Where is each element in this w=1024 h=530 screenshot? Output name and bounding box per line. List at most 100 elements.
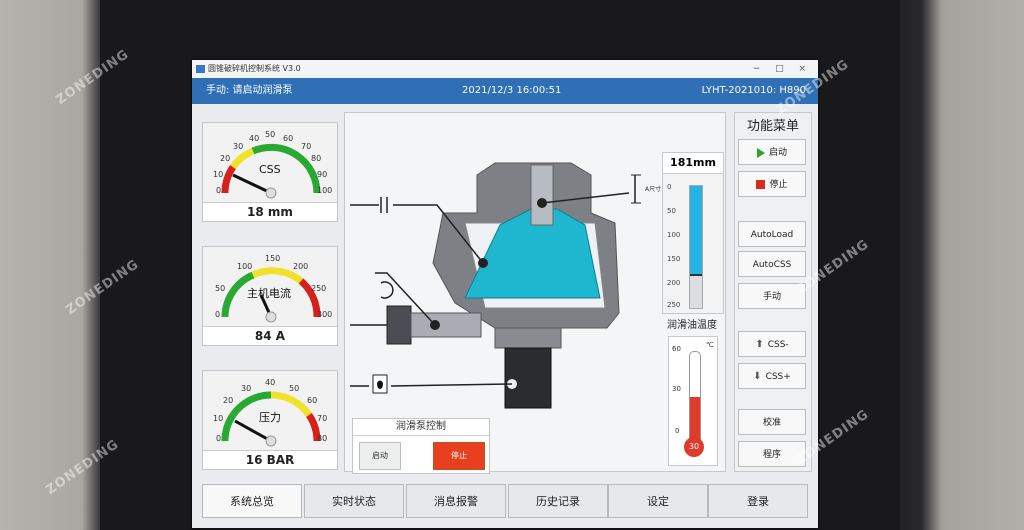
stop-icon (756, 180, 766, 189)
tick-label: 40 (249, 134, 259, 143)
tab-settings[interactable]: 设定 (608, 484, 708, 518)
tick-label: 80 (317, 434, 327, 443)
temp-unit: ℃ (706, 341, 714, 349)
tick-label: 80 (311, 154, 321, 163)
tab-alarms[interactable]: 消息报警 (406, 484, 506, 518)
tick-label: 150 (265, 254, 280, 263)
tick-label: 0 (216, 186, 221, 195)
ar-label: A尺寸 (645, 185, 661, 193)
autocss-button[interactable]: AutoCSS (738, 251, 806, 277)
tick-label: 200 (293, 262, 308, 271)
lube-pump-title: 润滑泵控制 (353, 419, 489, 436)
pump-stop-button[interactable]: 停止 (433, 442, 485, 470)
oil-temp-title: 润滑油温度 (667, 320, 717, 331)
tab-history[interactable]: 历史记录 (508, 484, 608, 518)
start-button[interactable]: 启动 (738, 139, 806, 165)
start-label: 启动 (768, 148, 787, 158)
tick-label: 200 (667, 279, 681, 287)
tick-label: 250 (311, 284, 326, 293)
tick-label: 30 (233, 142, 243, 151)
tick-label: 300 (317, 310, 332, 319)
menu-title: 功能菜单 (746, 119, 799, 134)
oil-temp-panel: 润滑油温度 60 ℃ 30 0 30 (662, 318, 722, 466)
pressure-gauge-dial: 0 10 20 30 40 50 60 70 80 压力 (213, 378, 327, 447)
calibrate-button[interactable]: 校准 (738, 409, 806, 435)
tick-label: 60 (283, 134, 293, 143)
tick-label: 50 (289, 384, 299, 393)
thermometer-bulb: 30 (684, 437, 704, 457)
tab-login[interactable]: 登录 (708, 484, 808, 518)
gauge-name: CSS (259, 163, 281, 176)
stop-label: 停止 (769, 180, 788, 190)
pump-start-button[interactable]: 启动 (359, 442, 401, 470)
css-minus-label: CSS- (767, 340, 789, 350)
tick-label: 90 (317, 170, 327, 179)
gauge-value: 84 A (203, 326, 337, 345)
tick-label: 20 (223, 396, 233, 405)
tick-label: 0 (667, 183, 672, 191)
tick-label: 70 (301, 142, 311, 151)
datetime-text: 2021/12/3 16:00:51 (462, 85, 562, 96)
tick-label: 10 (213, 414, 223, 423)
tick-label: 60 (672, 345, 681, 353)
tick-label: 100 (667, 231, 681, 239)
pressure-gauge: 0 10 20 30 40 50 60 70 80 压力 16 BAR (202, 370, 338, 470)
tick-label: 20 (220, 154, 230, 163)
css-minus-button[interactable]: ⬆ CSS- (738, 331, 806, 357)
lube-pump-panel: 润滑泵控制 启动 停止 (352, 418, 490, 474)
gauge-needle (232, 173, 272, 195)
status-header: 手动: 请启动润滑泵 2021/12/3 16:00:51 LYHT-20210… (192, 78, 818, 104)
level-tube (689, 185, 703, 309)
autoload-button[interactable]: AutoLoad (738, 221, 806, 247)
current-gauge-dial: 0 50 100 150 200 250 300 主机电流 (215, 254, 332, 323)
arrow-up-icon: ⬆ (755, 339, 764, 350)
tick-label: 30 (241, 384, 251, 393)
tick-label: 50 (265, 130, 275, 139)
tick-label: 0 (216, 434, 221, 443)
css-gauge: 0 10 20 30 40 50 60 70 80 90 100 CSS 18 … (202, 122, 338, 222)
tick-label: 50 (667, 207, 676, 215)
current-gauge: 0 50 100 150 200 250 300 主机电流 84 A (202, 246, 338, 346)
play-icon (756, 147, 765, 158)
arrow-down-icon: ⬇ (753, 371, 762, 382)
tick-label: 50 (215, 284, 225, 293)
drive-pulley (386, 305, 412, 345)
tab-realtime[interactable]: 实时状态 (304, 484, 404, 518)
app-icon (196, 65, 205, 73)
tab-overview[interactable]: 系统总览 (202, 484, 302, 518)
stop-button[interactable]: 停止 (738, 171, 806, 197)
window-title: 圆锥破碎机控制系统 V3.0 (208, 64, 301, 73)
tick-label: 250 (667, 301, 681, 309)
tick-label: 0 (215, 310, 220, 319)
thermometer-tube (689, 351, 701, 443)
hmi-screen: 圆锥破碎机控制系统 V3.0 − □ × 手动: 请启动润滑泵 2021/12/… (192, 60, 818, 528)
gauge-value: 16 BAR (203, 450, 337, 469)
mode-text: 手动: 请启动润滑泵 (206, 85, 293, 96)
rotation-icon (380, 281, 394, 299)
window-controls[interactable]: − □ × (753, 60, 812, 78)
gauge-value: 18 mm (203, 202, 337, 221)
tick-label: 70 (317, 414, 327, 423)
tick-label: 0 (675, 427, 680, 435)
tick-label: 30 (672, 385, 681, 393)
tick-label: 40 (265, 378, 275, 387)
gauge-name: 主机电流 (247, 286, 291, 300)
tick-label: 10 (213, 170, 223, 179)
tick-label: 60 (307, 396, 317, 405)
css-gauge-dial: 0 10 20 30 40 50 60 70 80 90 100 CSS (213, 130, 332, 199)
window-titlebar: 圆锥破碎机控制系统 V3.0 − □ × (192, 60, 818, 78)
css-plus-label: CSS+ (765, 372, 791, 382)
gauge-needle (234, 419, 272, 443)
level-marker (690, 274, 702, 276)
thermometer-fill (690, 397, 700, 442)
css-plus-button[interactable]: ⬇ CSS+ (738, 363, 806, 389)
bottom-tabs: 系统总览 实时状态 消息报警 历史记录 设定 登录 (202, 484, 810, 518)
level-fill (690, 186, 702, 274)
tick-label: 100 (237, 262, 252, 271)
tick-label: 100 (317, 186, 332, 195)
level-value: 181mm (663, 153, 723, 174)
level-meter: 181mm 0 50 100 150 200 250 (662, 152, 724, 314)
thermometer-box: 60 ℃ 30 0 30 (668, 336, 718, 466)
tick-label: 150 (667, 255, 681, 263)
gauge-name: 压力 (259, 411, 281, 424)
